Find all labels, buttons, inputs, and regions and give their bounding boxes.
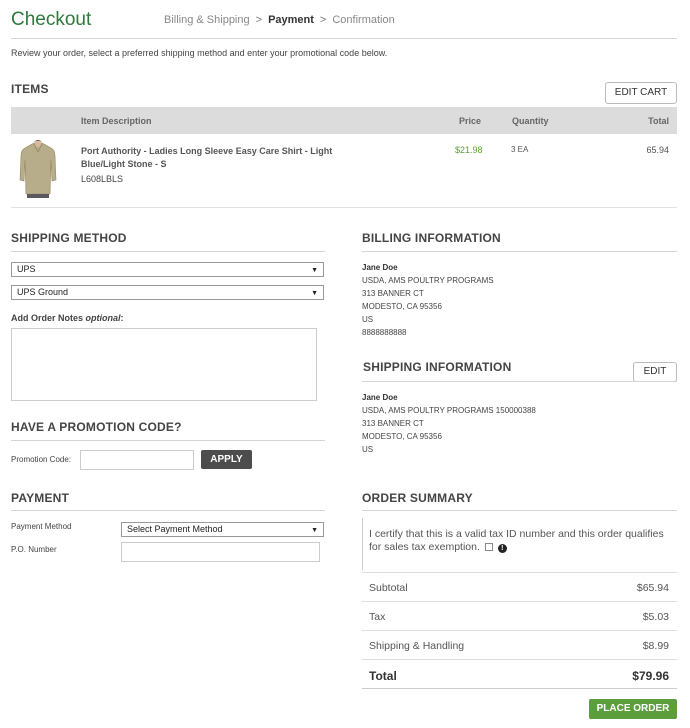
summary-row-shipping: Shipping & Handling $8.99 bbox=[362, 631, 677, 660]
total-label: Total bbox=[369, 669, 397, 683]
billing-phone: 8888888888 bbox=[362, 328, 407, 337]
payment-method-label: Payment Method bbox=[11, 522, 72, 531]
order-notes-optional: optional bbox=[85, 313, 121, 323]
step-confirmation: Confirmation bbox=[332, 14, 395, 26]
subtotal-label: Subtotal bbox=[369, 582, 408, 594]
product-image[interactable] bbox=[18, 140, 58, 198]
column-header-price: Price bbox=[459, 116, 482, 126]
shipping-carrier-value: UPS bbox=[17, 264, 36, 274]
shipping-country: US bbox=[362, 445, 374, 454]
tax-exempt-checkbox[interactable] bbox=[484, 543, 493, 551]
summary-row-total: Total $79.96 bbox=[362, 660, 677, 689]
checkout-steps: Billing & Shipping > Payment > Confirmation bbox=[164, 14, 395, 26]
shipping-method-divider bbox=[11, 251, 325, 252]
shipping-name: Jane Doe bbox=[362, 393, 398, 402]
items-table-header: Item Description Price Quantity Total bbox=[11, 107, 677, 134]
po-number-label: P.O. Number bbox=[11, 545, 57, 554]
shipping-value: $8.99 bbox=[642, 640, 669, 652]
shipping-label: Shipping & Handling bbox=[369, 640, 465, 652]
shipping-info-title: SHIPPING INFORMATION bbox=[363, 360, 512, 374]
tax-value: $5.03 bbox=[642, 611, 669, 623]
billing-address: Jane Doe USDA, AMS POULTRY PROGRAMS 313 … bbox=[362, 261, 494, 339]
promo-code-input[interactable] bbox=[80, 450, 194, 470]
apply-promo-button[interactable]: APPLY bbox=[201, 450, 252, 469]
edit-cart-button[interactable]: EDIT CART bbox=[605, 82, 677, 104]
order-notes-label-text: Add Order Notes bbox=[11, 313, 84, 323]
header-divider bbox=[11, 38, 677, 39]
tax-label: Tax bbox=[369, 611, 386, 623]
column-header-quantity: Quantity bbox=[512, 116, 549, 126]
shipping-address: Jane Doe USDA, AMS POULTRY PROGRAMS 1500… bbox=[362, 391, 536, 456]
step-billing-shipping[interactable]: Billing & Shipping bbox=[164, 14, 250, 26]
promo-divider bbox=[11, 440, 325, 441]
payment-title: PAYMENT bbox=[11, 491, 70, 505]
item-price: $21.98 bbox=[455, 145, 483, 155]
billing-street: 313 BANNER CT bbox=[362, 289, 424, 298]
shipping-street: 313 BANNER CT bbox=[362, 419, 424, 428]
info-icon[interactable]: ! bbox=[497, 544, 507, 553]
page-title: Checkout bbox=[11, 9, 92, 30]
payment-method-select[interactable]: Select Payment Method ▼ bbox=[121, 522, 324, 537]
dropdown-arrow-icon: ▼ bbox=[311, 527, 318, 534]
billing-divider bbox=[362, 251, 677, 252]
step-separator: > bbox=[319, 14, 327, 26]
items-title: ITEMS bbox=[11, 82, 49, 96]
order-summary-divider bbox=[362, 510, 677, 511]
shipping-info-divider bbox=[362, 381, 677, 382]
edit-shipping-button[interactable]: EDIT bbox=[633, 362, 677, 382]
payment-divider bbox=[11, 510, 325, 511]
place-order-button[interactable]: PLACE ORDER bbox=[589, 699, 677, 719]
order-notes-colon: : bbox=[120, 313, 124, 323]
shipping-carrier-select[interactable]: UPS ▼ bbox=[11, 262, 324, 277]
shipping-service-select[interactable]: UPS Ground ▼ bbox=[11, 285, 324, 300]
dropdown-arrow-icon: ▼ bbox=[311, 290, 318, 297]
items-divider bbox=[11, 207, 677, 208]
tax-exempt-certify: I certify that this is a valid tax ID nu… bbox=[369, 528, 669, 554]
shipping-method-title: SHIPPING METHOD bbox=[11, 231, 127, 245]
item-sku: L608LBLS bbox=[81, 174, 124, 184]
summary-row-subtotal: Subtotal $65.94 bbox=[362, 573, 677, 602]
shipping-org: USDA, AMS POULTRY PROGRAMS 150000388 bbox=[362, 406, 536, 415]
shipping-city: MODESTO, CA 95356 bbox=[362, 432, 442, 441]
promo-code-label: Promotion Code: bbox=[11, 455, 72, 464]
column-header-total: Total bbox=[648, 116, 669, 126]
summary-row-tax: Tax $5.03 bbox=[362, 602, 677, 631]
item-quantity: 3 EA bbox=[511, 145, 529, 154]
billing-country: US bbox=[362, 315, 374, 324]
billing-org: USDA, AMS POULTRY PROGRAMS bbox=[362, 276, 494, 285]
dropdown-arrow-icon: ▼ bbox=[311, 267, 318, 274]
billing-city: MODESTO, CA 95356 bbox=[362, 302, 442, 311]
order-summary-title: ORDER SUMMARY bbox=[362, 491, 473, 505]
payment-method-value: Select Payment Method bbox=[127, 524, 223, 534]
item-total: 65.94 bbox=[646, 145, 669, 155]
total-value: $79.96 bbox=[632, 669, 669, 683]
shipping-service-value: UPS Ground bbox=[17, 287, 69, 297]
tax-exempt-text: I certify that this is a valid tax ID nu… bbox=[369, 528, 664, 553]
intro-text: Review your order, select a preferred sh… bbox=[11, 48, 388, 58]
promo-title: HAVE A PROMOTION CODE? bbox=[11, 420, 182, 434]
item-name-link[interactable]: Port Authority - Ladies Long Sleeve Easy… bbox=[81, 145, 371, 171]
step-separator: > bbox=[255, 14, 263, 26]
subtotal-value: $65.94 bbox=[636, 582, 669, 594]
billing-name: Jane Doe bbox=[362, 263, 398, 272]
order-notes-label: Add Order Notes optional: bbox=[11, 313, 124, 323]
column-header-description: Item Description bbox=[81, 116, 152, 126]
po-number-input[interactable] bbox=[121, 542, 320, 562]
order-notes-textarea[interactable] bbox=[11, 328, 317, 401]
step-payment: Payment bbox=[268, 14, 314, 26]
billing-title: BILLING INFORMATION bbox=[362, 231, 501, 245]
